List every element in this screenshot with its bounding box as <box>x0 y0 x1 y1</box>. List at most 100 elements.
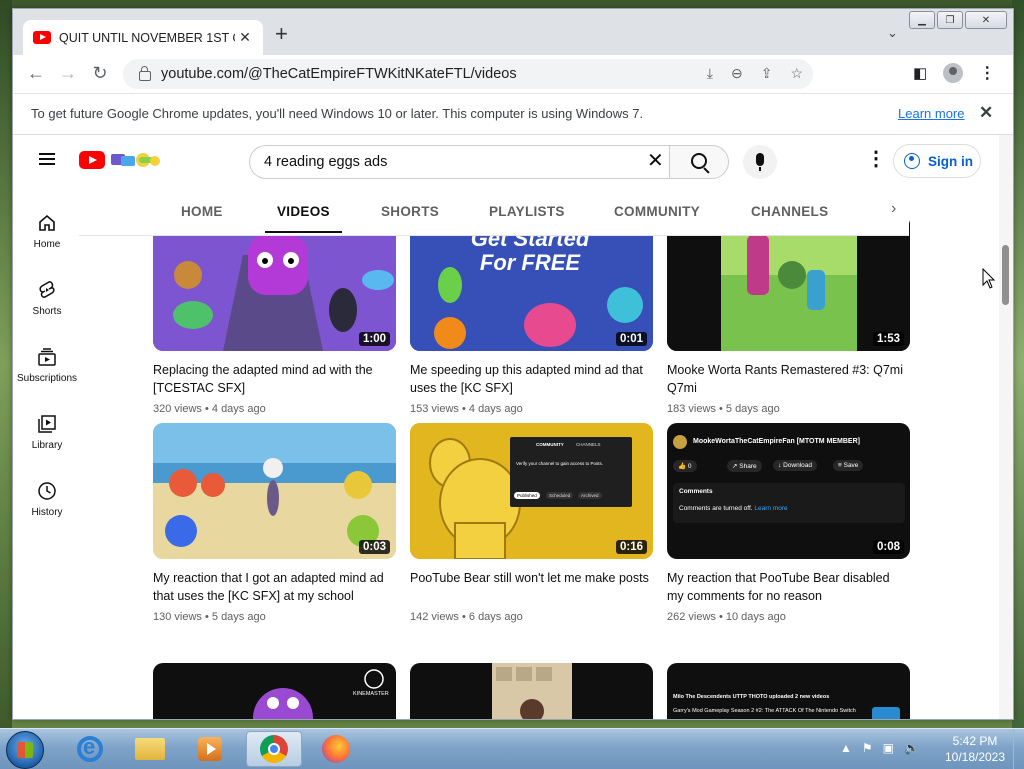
forward-icon[interactable]: → <box>57 63 79 83</box>
sign-in-label: Sign in <box>928 153 973 169</box>
scheduled-chip: Scheduled <box>546 492 574 499</box>
tab-close-icon[interactable]: ✕ <box>237 29 253 46</box>
sidebar-item-label: Library <box>31 440 63 451</box>
notification-subtitle: Garry's Mod Gameplay Season 2 #2: The AT… <box>673 708 856 714</box>
taskbar-media-player[interactable] <box>182 731 238 767</box>
upload-age: 10 days ago <box>725 611 786 623</box>
network-icon[interactable]: ▣ <box>883 741 894 755</box>
maximize-button[interactable]: ❐ <box>937 11 963 29</box>
kinemaster-watermark: KINEMASTER <box>353 691 389 697</box>
video-thumbnail[interactable] <box>410 663 653 719</box>
taskbar-file-explorer[interactable] <box>122 731 178 767</box>
settings-menu-icon[interactable]: ⋮ <box>866 149 886 169</box>
share-icon[interactable]: ⇪ <box>761 65 773 82</box>
comments-off-message: Comments are turned off. Learn more <box>679 505 788 512</box>
sidebar-item-subscriptions[interactable]: Subscriptions <box>13 347 81 384</box>
search-button[interactable] <box>669 145 729 179</box>
video-title[interactable]: Mooke Worta Rants Remastered #3: Q7mi Q7… <box>667 361 907 397</box>
video-meta: 183 views • 5 days ago <box>667 403 780 415</box>
video-title[interactable]: My reaction that I got an adapted mind a… <box>153 569 393 605</box>
side-panel-icon[interactable]: ◧ <box>913 64 927 82</box>
sidebar-item-home[interactable]: Home <box>13 213 81 250</box>
scrollbar-thumb[interactable] <box>1002 245 1009 305</box>
taskbar-internet-explorer[interactable] <box>62 731 118 767</box>
video-thumbnail[interactable]: 0:03 <box>153 423 396 559</box>
install-app-icon[interactable]: ⤓ <box>707 65 713 82</box>
tab-channels[interactable]: CHANNELS <box>751 204 828 219</box>
tab-playlists[interactable]: PLAYLISTS <box>489 204 565 219</box>
sidebar-item-label: Home <box>33 239 61 250</box>
voice-search-button[interactable] <box>743 145 777 179</box>
zoom-icon[interactable]: ⊖ <box>731 65 743 82</box>
start-button[interactable] <box>6 731 44 769</box>
sign-in-button[interactable]: Sign in <box>893 144 981 178</box>
video-title[interactable]: Me speeding up this adapted mind ad that… <box>410 361 650 397</box>
taskbar-clock[interactable]: 5:42 PM 10/18/2023 <box>940 733 1010 765</box>
bookmark-star-icon[interactable]: ☆ <box>790 65 803 82</box>
logo-doodle-icon[interactable] <box>109 151 163 169</box>
upload-age: 5 days ago <box>211 611 266 623</box>
firefox-icon <box>322 735 350 763</box>
video-thumbnail[interactable]: COMMUNITY CHANNELS Verify your channel t… <box>410 423 653 559</box>
profile-icon[interactable] <box>943 63 964 83</box>
video-thumbnail[interactable]: Milo The Descendents UTTP THOTO uploaded… <box>667 663 910 719</box>
volume-icon[interactable]: 🔈 <box>904 741 919 755</box>
clear-search-icon[interactable]: ✕ <box>647 151 664 171</box>
browser-toolbar: ← → ↻ youtube.com/@TheCatEmpireFTWKitNKa… <box>13 55 1013 94</box>
address-bar[interactable]: youtube.com/@TheCatEmpireFTWKitNKateFTL/… <box>123 59 813 89</box>
comments-learn-more: Learn more <box>754 505 788 512</box>
mini-guide: Home Shorts Subscriptions Library Histor… <box>13 197 81 577</box>
search-icon <box>691 153 707 169</box>
youtube-masthead: 4 reading eggs ads ✕ ⋮ Sign in <box>13 135 999 187</box>
learn-more-link[interactable]: Learn more <box>898 106 964 121</box>
video-meta: 262 views • 10 days ago <box>667 611 786 623</box>
action-center-icon[interactable]: ⚑ <box>862 741 873 755</box>
sidebar-item-shorts[interactable]: Shorts <box>13 280 81 317</box>
home-icon <box>39 214 55 231</box>
show-desktop-button[interactable] <box>1013 729 1024 769</box>
video-duration: 1:53 <box>872 332 904 346</box>
tab-videos[interactable]: VIDEOS <box>265 204 342 233</box>
reload-icon[interactable]: ↻ <box>89 63 111 83</box>
taskbar-firefox[interactable] <box>308 731 364 767</box>
thumbnail-comments-panel: MookeWortaTheCatEmpireFan [MTOTM MEMBER]… <box>673 433 905 533</box>
sidebar-item-history[interactable]: History <box>13 481 81 518</box>
youtube-logo-icon[interactable] <box>79 151 105 169</box>
save-label: Save <box>843 462 859 469</box>
tab-home[interactable]: HOME <box>181 204 223 219</box>
comments-off-text: Comments are turned off. <box>679 505 753 512</box>
infobar-close-icon[interactable]: ✕ <box>979 103 993 123</box>
video-thumbnail[interactable]: MookeWortaTheCatEmpireFan [MTOTM MEMBER]… <box>667 423 910 559</box>
menu-icon[interactable] <box>39 153 55 165</box>
community-tab-label: COMMUNITY <box>536 442 564 447</box>
back-icon[interactable]: ← <box>25 63 47 83</box>
tab-shorts[interactable]: SHORTS <box>381 204 439 219</box>
sidebar-item-library[interactable]: Library <box>13 414 81 451</box>
video-title[interactable]: My reaction that PooTube Bear disabled m… <box>667 569 907 605</box>
upload-age: 5 days ago <box>725 403 780 415</box>
search-input[interactable]: 4 reading eggs ads <box>249 145 669 179</box>
desktop-wallpaper-left <box>0 0 12 728</box>
lock-icon[interactable] <box>139 66 151 81</box>
upload-age: 6 days ago <box>468 611 523 623</box>
video-thumbnail[interactable]: KINEMASTER <box>153 663 396 719</box>
search-query-text: 4 reading eggs ads <box>264 154 388 170</box>
video-title[interactable]: Replacing the adapted mind ad with the [… <box>153 361 393 397</box>
new-tab-button[interactable]: + <box>275 23 288 45</box>
minimize-button[interactable]: ▁ <box>909 11 935 29</box>
show-hidden-icons-icon[interactable]: ▲ <box>840 741 852 755</box>
tab-community[interactable]: COMMUNITY <box>614 204 700 219</box>
share-chip: ↗ Share <box>727 460 762 472</box>
channel-tabs: HOME VIDEOS SHORTS PLAYLISTS COMMUNITY C… <box>79 187 909 236</box>
youtube-favicon-icon <box>33 31 51 44</box>
thumbnail-community-panel: COMMUNITY CHANNELS Verify your channel t… <box>510 437 632 507</box>
window-close-button[interactable]: ✕ <box>965 11 1007 29</box>
taskbar-chrome[interactable] <box>246 731 302 767</box>
video-title[interactable]: PooTube Bear still won't let me make pos… <box>410 569 650 587</box>
chevron-right-icon[interactable]: › <box>891 200 896 218</box>
page-scrollbar[interactable] <box>999 135 1013 719</box>
chrome-menu-icon[interactable]: ⋮ <box>979 63 995 83</box>
tab-search-icon[interactable]: ⌄ <box>887 25 898 41</box>
browser-tab[interactable]: QUIT UNTIL NOVEMBER 1ST CU ✕ <box>23 20 263 55</box>
download-chip: ↓ Download <box>773 460 817 471</box>
